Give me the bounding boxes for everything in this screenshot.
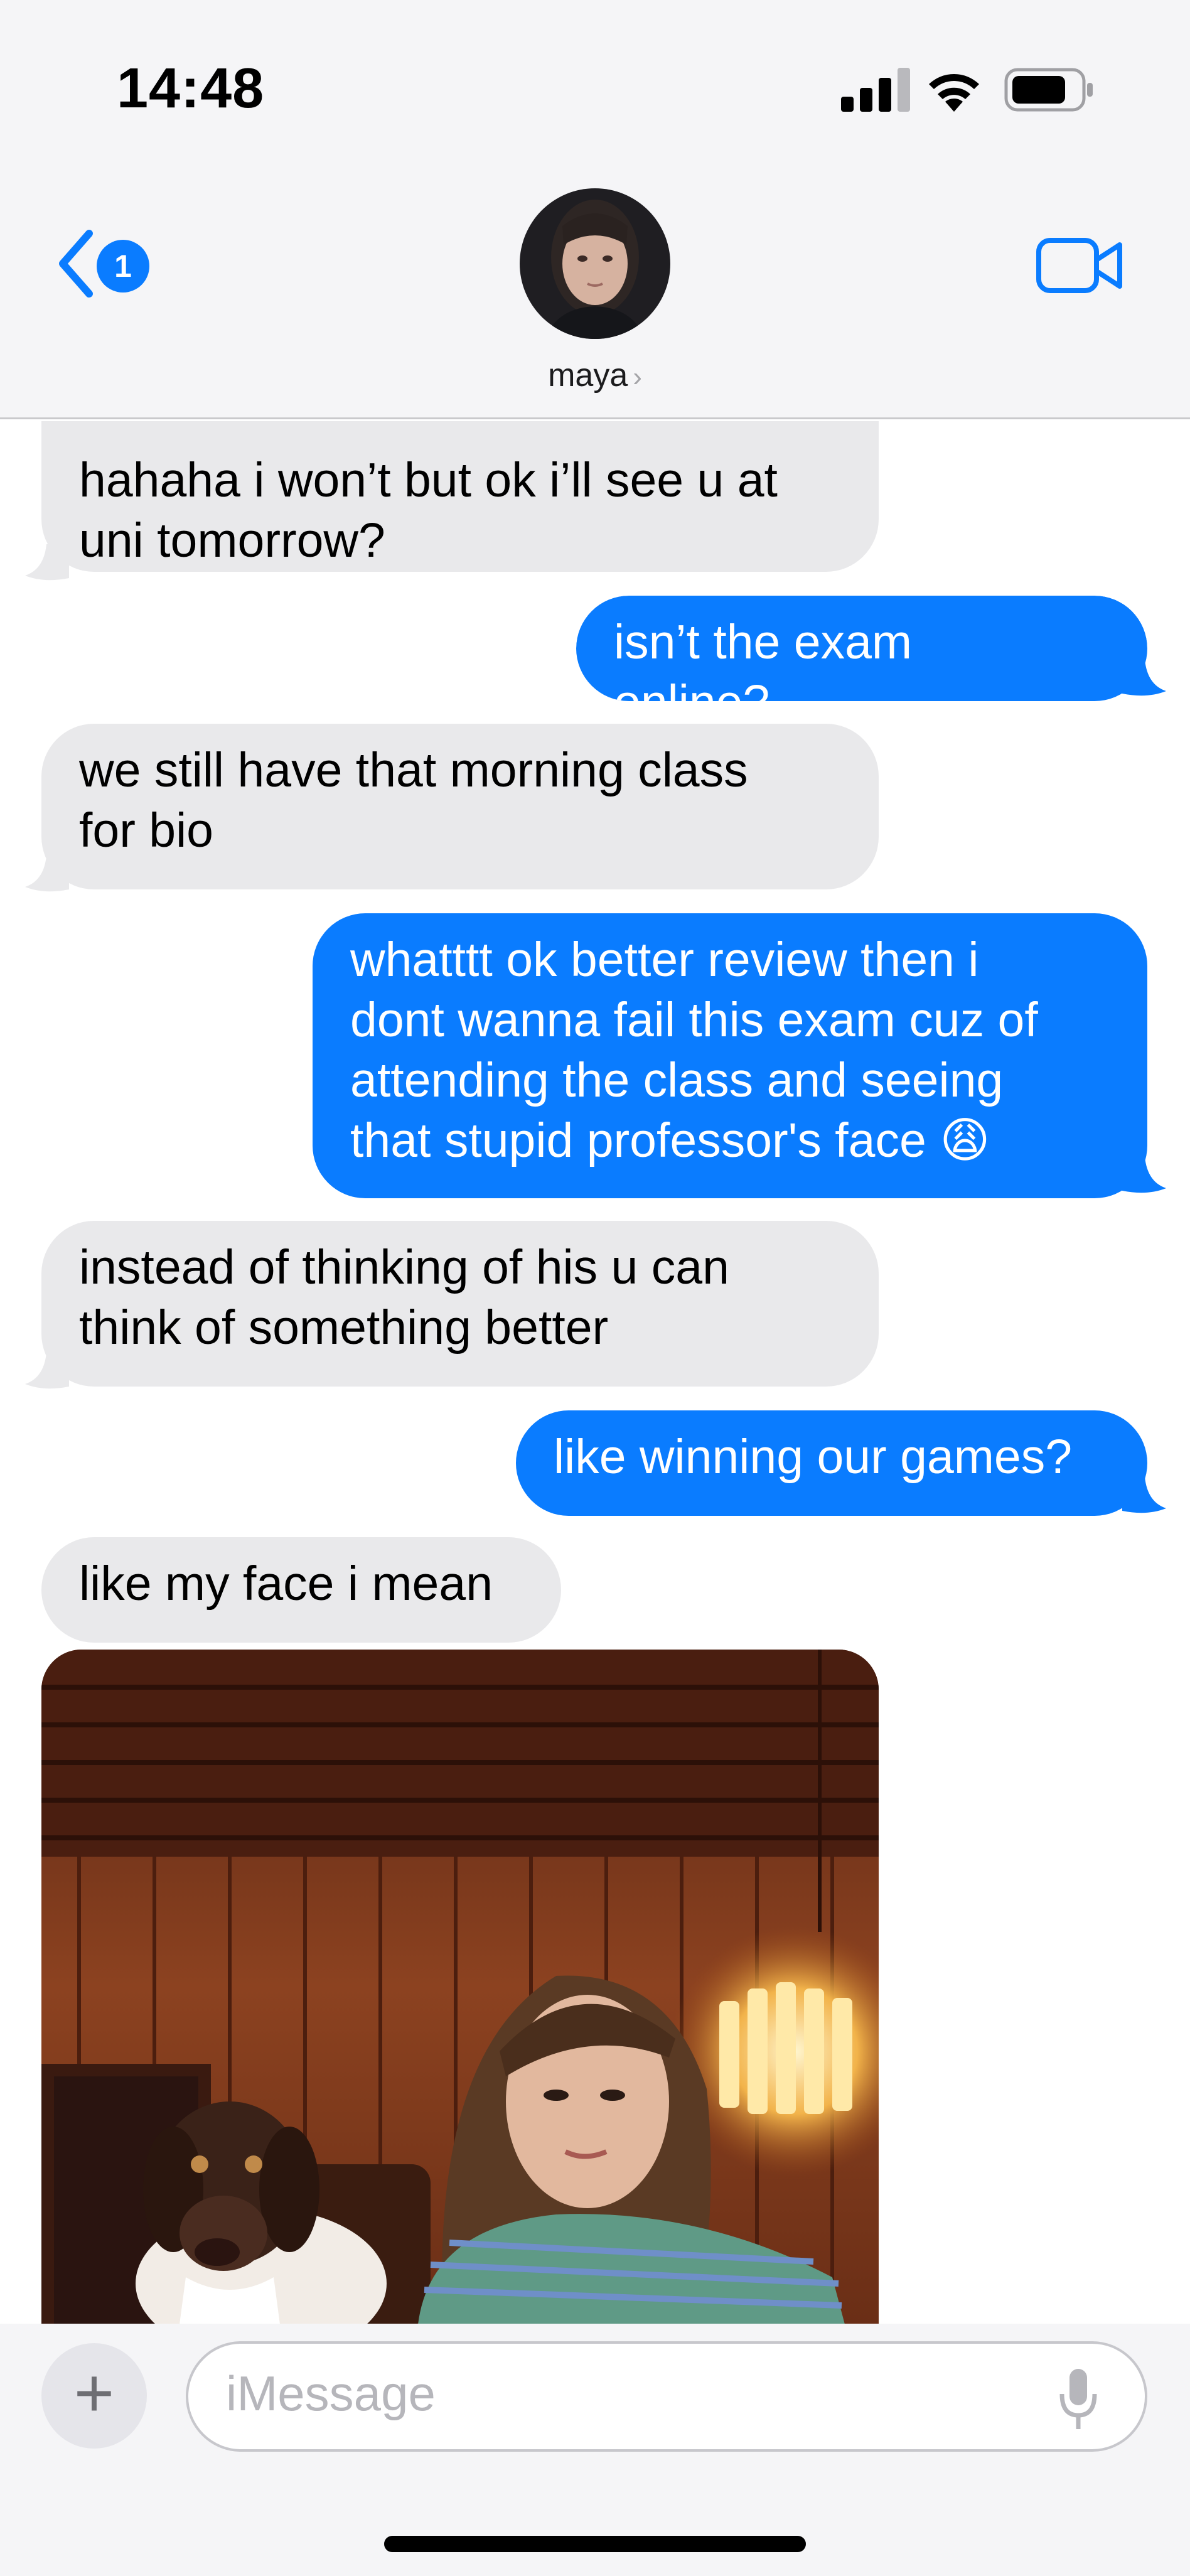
home-indicator [384,2536,806,2552]
message-sent[interactable]: like winning our games? [516,1410,1147,1516]
unread-badge[interactable]: 1 [97,240,149,292]
apps-plus-button[interactable]: + [41,2343,147,2449]
chevron-right-icon: › [633,362,642,392]
message-sent: isn’t the exam online? [576,596,1147,701]
contact-avatar[interactable] [520,188,670,339]
message-received[interactable]: instead of thinking of his u can think o… [41,1221,879,1387]
message-received[interactable]: like my face i mean [41,1537,561,1643]
bubble-tail [25,544,69,581]
wifi-icon [929,74,979,112]
contact-name: maya [548,357,628,394]
video-camera-icon[interactable] [1036,237,1123,294]
message-sent[interactable]: whatttt ok better review then i dont wan… [313,913,1147,1198]
photo-attachment[interactable] [41,1650,879,2324]
signal-icon [841,68,910,112]
bubble-tail [1122,1477,1166,1513]
bubble-tail [1122,1157,1166,1193]
status-time: 14:48 [117,57,265,120]
contact-name-button[interactable]: maya › [0,357,1190,394]
battery-icon [1004,68,1093,112]
bubble-tail [1122,660,1166,696]
message-received[interactable]: we still have that morning class for bio [41,724,879,889]
message-sent-clipped[interactable]: isn’t the exam online? [576,596,1147,701]
chat-header: 14:48 1 maya › [0,0,1190,419]
bubble-tail [25,856,69,892]
message-received[interactable]: hahaha i won’t but ok i’ll see u at uni … [41,421,879,572]
message-placeholder: iMessage [226,2366,436,2421]
bubble-tail [25,1353,69,1389]
microphone-icon[interactable] [1058,2366,1098,2432]
